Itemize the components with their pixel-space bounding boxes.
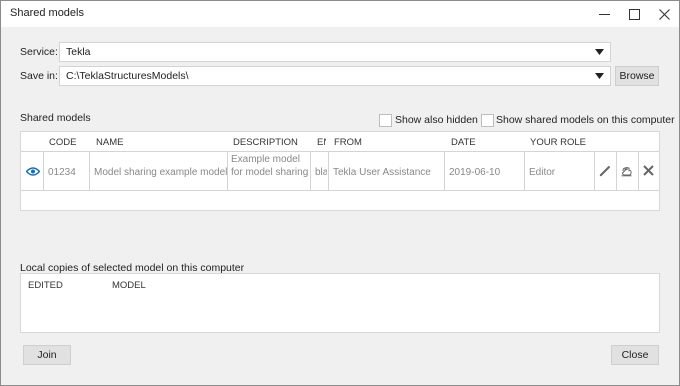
show-hidden-checkbox[interactable] bbox=[379, 114, 392, 127]
column-header-en[interactable]: EN bbox=[317, 137, 326, 148]
savein-value: C:\TeklaStructuresModels\ bbox=[66, 70, 189, 82]
minimize-icon bbox=[599, 14, 610, 15]
row-divider bbox=[21, 190, 659, 191]
cell-divider bbox=[616, 151, 617, 190]
close-icon bbox=[659, 9, 670, 20]
join-button[interactable]: Join bbox=[23, 345, 71, 365]
service-value: Tekla bbox=[66, 46, 91, 58]
cell-en: bla bbox=[315, 167, 327, 178]
savein-label: Save in: bbox=[20, 70, 58, 82]
window-close-button[interactable] bbox=[649, 1, 679, 27]
show-on-computer-checkbox[interactable] bbox=[481, 114, 494, 127]
maximize-icon bbox=[629, 9, 640, 20]
title-bar: Shared models bbox=[1, 1, 679, 27]
column-header-date[interactable]: DATE bbox=[451, 137, 476, 148]
show-on-computer-label: Show shared models on this computer bbox=[496, 114, 675, 126]
column-header-role[interactable]: YOUR ROLE bbox=[530, 137, 586, 148]
show-hidden-label: Show also hidden bbox=[395, 114, 478, 126]
cell-divider bbox=[594, 151, 595, 190]
cell-divider bbox=[524, 151, 525, 190]
shared-models-dialog: Shared models Service: Tekla Save in: C:… bbox=[0, 0, 680, 386]
chevron-down-icon bbox=[595, 49, 604, 55]
pencil-icon[interactable] bbox=[599, 164, 612, 177]
header-divider bbox=[21, 151, 659, 152]
browse-button[interactable]: Browse bbox=[615, 66, 659, 86]
column-header-code[interactable]: CODE bbox=[49, 137, 76, 148]
shared-models-label: Shared models bbox=[20, 112, 91, 124]
cell-divider bbox=[444, 151, 445, 190]
cell-divider bbox=[227, 151, 228, 190]
cell-role: Editor bbox=[529, 167, 556, 178]
cell-divider bbox=[638, 151, 639, 190]
cell-from: Tekla User Assistance bbox=[333, 167, 431, 178]
maximize-button[interactable] bbox=[619, 1, 649, 27]
close-button[interactable]: Close bbox=[611, 345, 659, 365]
window-title: Shared models bbox=[10, 7, 84, 19]
service-select[interactable]: Tekla bbox=[59, 42, 611, 62]
cell-code: 01234 bbox=[48, 167, 76, 178]
cell-date: 2019-06-10 bbox=[449, 167, 501, 178]
eye-icon[interactable] bbox=[26, 167, 40, 176]
local-copies-table: EDITED MODEL bbox=[20, 273, 660, 333]
service-label: Service: bbox=[20, 46, 58, 58]
column-header-name[interactable]: NAME bbox=[96, 137, 123, 148]
shared-models-table: CODE NAME DESCRIPTION EN FROM DATE YOUR … bbox=[20, 131, 660, 211]
cell-name: Model sharing example model bbox=[94, 167, 228, 178]
cell-divider bbox=[328, 151, 329, 190]
hand-icon[interactable] bbox=[620, 164, 633, 177]
column-header-from[interactable]: FROM bbox=[334, 137, 362, 148]
close-icon[interactable] bbox=[643, 165, 654, 176]
cell-divider bbox=[89, 151, 90, 190]
chevron-down-icon bbox=[595, 73, 604, 79]
minimize-button[interactable] bbox=[589, 1, 619, 27]
cell-divider bbox=[310, 151, 311, 190]
column-header-description[interactable]: DESCRIPTION bbox=[233, 137, 298, 148]
cell-description: Example model for model sharing bbox=[231, 154, 309, 178]
column-header-model[interactable]: MODEL bbox=[112, 280, 146, 291]
cell-divider bbox=[43, 151, 44, 190]
column-header-edited[interactable]: EDITED bbox=[28, 280, 63, 291]
savein-select[interactable]: C:\TeklaStructuresModels\ bbox=[59, 66, 611, 86]
